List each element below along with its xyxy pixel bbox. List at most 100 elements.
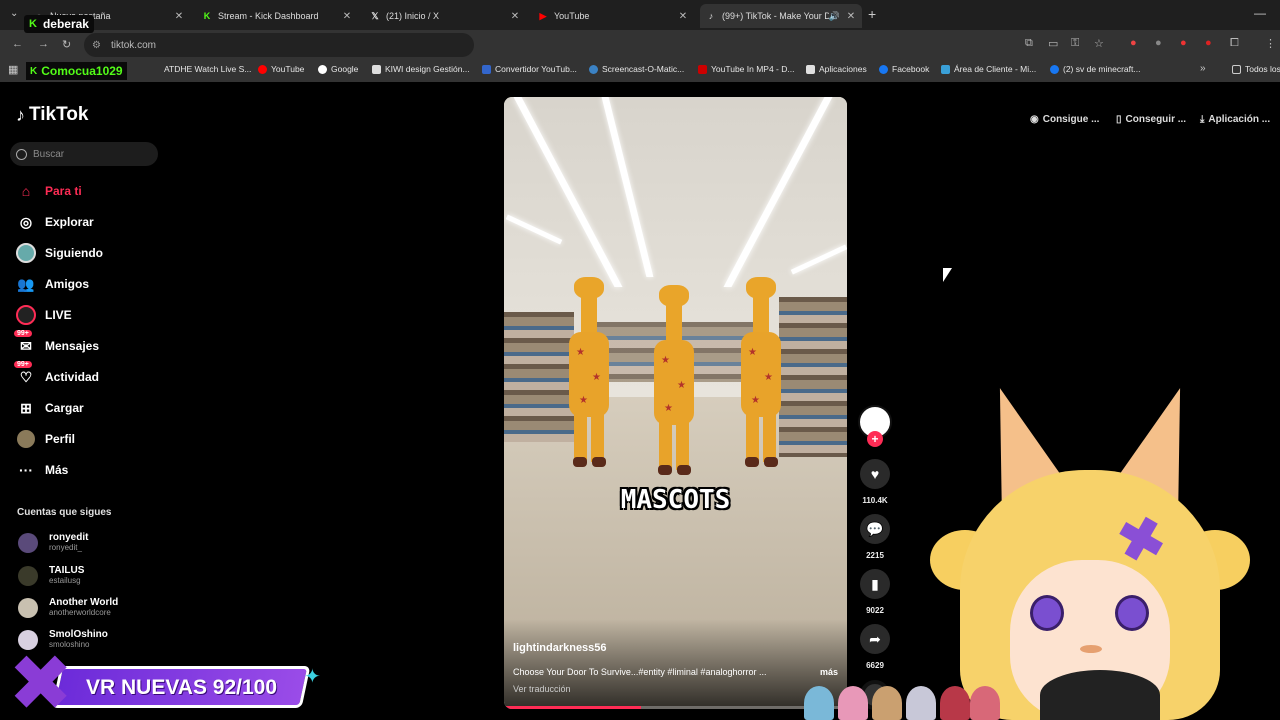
tab-tiktok[interactable]: ♪ (99+) TikTok - Make Your Da 🔊 ✕ xyxy=(700,4,862,28)
bookmark-icon[interactable]: ▮ xyxy=(860,569,890,599)
download-icon: ⤓ xyxy=(1200,113,1205,125)
compass-icon: ◎ xyxy=(19,213,33,230)
bookmark-item[interactable]: Aplicaciones xyxy=(806,64,867,74)
bookmark-item[interactable]: Área de Cliente - Mi... xyxy=(941,64,1036,74)
desktop-app-button[interactable]: ⤓ Aplicación ... xyxy=(1200,111,1270,127)
close-icon[interactable]: ✕ xyxy=(676,11,690,22)
following-account[interactable]: ronyedit ronyedit_ xyxy=(18,532,88,553)
see-translation-link[interactable]: Ver traducción xyxy=(513,684,571,694)
mouth xyxy=(1080,645,1102,653)
cast-icon[interactable]: ▭ xyxy=(1048,37,1058,50)
share-icon[interactable]: ➦ xyxy=(860,624,890,654)
tab-kick-dashboard[interactable]: K Stream - Kick Dashboard ✕ xyxy=(196,4,358,28)
bookmark-kick-channel[interactable]: K Comocua1029 xyxy=(26,62,127,80)
tiktok-logo[interactable]: ♪ TikTok xyxy=(16,104,88,126)
bookmark-item[interactable]: Facebook xyxy=(879,64,929,74)
share-action[interactable]: ➦ 6629 xyxy=(859,624,891,670)
bookmark-item[interactable]: KIWI design Gestión... xyxy=(372,64,470,74)
url-bar[interactable]: ⚙ tiktok.com xyxy=(84,33,474,57)
profile-icon xyxy=(16,429,36,449)
extension-icon[interactable]: ● xyxy=(1180,37,1187,49)
more-link[interactable]: más xyxy=(820,667,838,677)
menu-icon[interactable]: ⋮ xyxy=(1265,37,1276,50)
bookmark-item[interactable]: YouTube In MP4 - D... xyxy=(698,64,794,74)
tab-youtube[interactable]: ▶ YouTube ✕ xyxy=(532,4,694,28)
comment-icon[interactable]: 💬 xyxy=(860,514,890,544)
bookmark-item[interactable]: (2) sv de minecraft... xyxy=(1050,64,1140,74)
nav-cargar[interactable]: ⊞ Cargar xyxy=(16,398,84,418)
following-account[interactable]: TAILUS estailusg xyxy=(18,565,84,586)
bookmark-item[interactable]: ATDHE Watch Live S... xyxy=(164,64,251,74)
screencast-icon xyxy=(589,64,598,74)
get-coins-button[interactable]: ◉ Consigue ... xyxy=(1030,111,1099,127)
chibi-emote xyxy=(804,686,834,720)
close-icon[interactable]: ✕ xyxy=(844,11,858,22)
heart-icon[interactable]: ♥ xyxy=(860,459,890,489)
avatar xyxy=(18,565,38,586)
back-icon[interactable]: ← xyxy=(12,38,23,50)
bookmark-item[interactable]: Screencast-O-Matic... xyxy=(589,64,684,74)
apps-grid-icon xyxy=(806,64,815,74)
comment-action[interactable]: 💬 2215 xyxy=(859,514,891,560)
giraffe-mascot: ★ ★ ★ xyxy=(736,277,786,467)
goal-text: VR NUEVAS 92/100 xyxy=(86,676,278,699)
save-action[interactable]: ▮ 9022 xyxy=(859,569,891,615)
stream-goal-overlay: ✖ VR NUEVAS 92/100 ✦ xyxy=(8,645,321,720)
nav-explorar[interactable]: ◎ Explorar xyxy=(16,212,94,232)
tiktok-icon: ♪ xyxy=(708,11,714,21)
reload-icon[interactable]: ↻ xyxy=(62,38,71,51)
mouse-cursor-icon xyxy=(943,268,952,282)
chibi-emote xyxy=(940,686,970,720)
sparkle-icon: ✦ xyxy=(304,666,321,688)
converter-icon xyxy=(482,64,491,74)
extension-icon[interactable]: ● xyxy=(1155,37,1162,49)
nav-perfil[interactable]: Perfil xyxy=(16,429,75,449)
nav-mas[interactable]: ··· Más xyxy=(16,460,68,480)
following-account[interactable]: Another World anotherworldcore xyxy=(18,597,118,618)
follow-plus-button[interactable]: + xyxy=(867,431,883,447)
chevron-right-icon[interactable]: » xyxy=(1200,63,1206,74)
speaker-icon[interactable]: 🔊 xyxy=(829,11,840,22)
extension-icon[interactable]: ● xyxy=(1205,37,1212,49)
minimize-icon[interactable]: — xyxy=(1254,6,1266,20)
nav-actividad[interactable]: ♡ 99+ Actividad xyxy=(14,361,99,387)
like-action[interactable]: ♥ 110.4K xyxy=(859,459,891,505)
new-tab-button[interactable]: + xyxy=(868,6,876,22)
apps-icon[interactable]: ▦ xyxy=(8,63,18,76)
kick-icon: K xyxy=(203,11,211,21)
tab-x[interactable]: 𝕏 (21) Inicio / X ✕ xyxy=(364,4,526,28)
puzzle-icon[interactable]: ⧠ xyxy=(1230,37,1239,50)
url-text: tiktok.com xyxy=(110,39,156,51)
vtuber-avatar: ✖ xyxy=(930,375,1250,720)
like-count: 110.4K xyxy=(862,496,888,505)
get-app-button[interactable]: ▯ Conseguir ... xyxy=(1116,111,1186,127)
bookmark-folder-all[interactable]: Todos los xyxy=(1232,64,1280,74)
nav-amigos[interactable]: 👥 Amigos xyxy=(16,274,89,294)
site-info-icon[interactable]: ⚙ xyxy=(92,40,101,51)
close-icon[interactable]: ✕ xyxy=(340,11,354,22)
nav-siguiendo[interactable]: Siguiendo xyxy=(16,243,103,263)
star-icon[interactable]: ☆ xyxy=(1094,37,1104,50)
more-icon: ··· xyxy=(19,462,33,478)
tab-search-icon[interactable]: ⌄ xyxy=(10,8,18,19)
nav-live[interactable]: LIVE xyxy=(16,305,72,325)
key-icon[interactable]: ⚿ xyxy=(1071,37,1079,50)
forward-icon[interactable]: → xyxy=(38,38,49,50)
avatar xyxy=(18,597,38,618)
video-player[interactable]: ★ ★ ★ ★ ★ ★ ★ ★ ★ MASCOTS lightindarkness56 Ch… xyxy=(504,97,847,709)
extension-icon[interactable]: ● xyxy=(1130,37,1137,49)
facebook-icon xyxy=(879,64,888,74)
close-icon[interactable]: ✕ xyxy=(172,11,186,22)
video-author[interactable]: lightindarkness56 xyxy=(513,642,607,654)
translate-icon[interactable]: ⧉ xyxy=(1025,37,1033,50)
search-input[interactable]: Buscar xyxy=(10,142,158,166)
nav-mensajes[interactable]: ✉ 99+ Mensajes xyxy=(14,330,99,356)
chibi-emote xyxy=(970,686,1000,720)
close-icon[interactable]: ✕ xyxy=(508,11,522,22)
bookmark-item[interactable]: YouTube xyxy=(258,64,304,74)
bookmark-item[interactable]: Google xyxy=(318,64,358,74)
save-count: 9022 xyxy=(866,606,884,615)
video-progress-bar[interactable] xyxy=(504,706,847,709)
bookmark-item[interactable]: Convertidor YouTub... xyxy=(482,64,577,74)
nav-para-ti[interactable]: ⌂ Para ti xyxy=(16,181,82,201)
